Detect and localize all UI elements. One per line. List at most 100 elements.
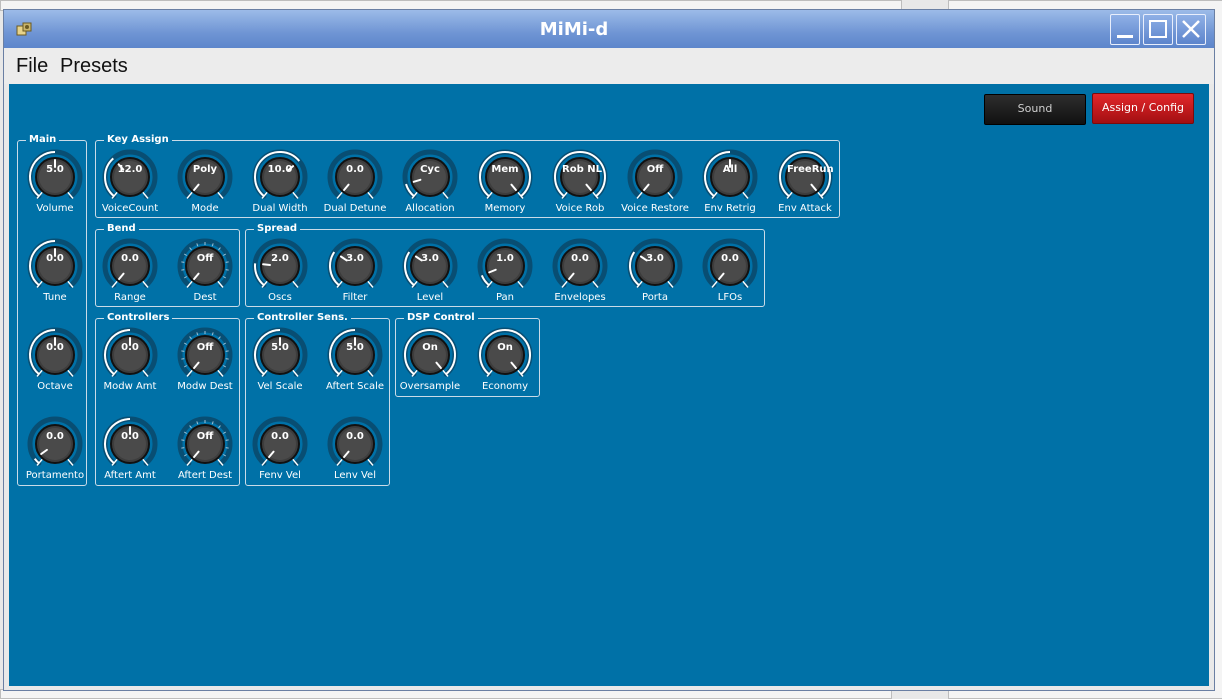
knob-voicecount[interactable]: 12.0 VoiceCount xyxy=(100,147,160,217)
knob-lfos[interactable]: 0.0 LFOs xyxy=(700,236,760,306)
synth-panel: Sound Assign / Config Main Key Assign Be… xyxy=(9,84,1209,686)
knob-label: Lenv Vel xyxy=(334,470,376,481)
knob-dial[interactable] xyxy=(775,147,835,207)
knob-dial[interactable] xyxy=(400,325,460,385)
close-icon xyxy=(1182,20,1200,38)
knob-dial[interactable] xyxy=(25,325,85,385)
knob-value: Cyc xyxy=(420,164,440,175)
knob-value: Off xyxy=(646,164,664,175)
knob-value: 0.0 xyxy=(46,342,64,353)
knob-range[interactable]: 0.0 Range xyxy=(100,236,160,306)
knob-dial[interactable] xyxy=(250,236,310,296)
knob-level[interactable]: 3.0 Level xyxy=(400,236,460,306)
knob-allocation[interactable]: Cyc Allocation xyxy=(400,147,460,217)
knob-voice-rob[interactable]: Rob NL Voice Rob xyxy=(550,147,610,217)
knob-mode[interactable]: Poly Mode xyxy=(175,147,235,217)
close-button[interactable] xyxy=(1176,14,1206,45)
knob-dial[interactable] xyxy=(550,236,610,296)
knob-dial[interactable] xyxy=(700,236,760,296)
knob-oversample[interactable]: On Oversample xyxy=(400,325,460,395)
knob-env-retrig[interactable]: All Env Retrig xyxy=(700,147,760,217)
knob-dial[interactable] xyxy=(550,147,610,207)
minimize-button[interactable] xyxy=(1110,14,1140,45)
knob-dial[interactable] xyxy=(625,147,685,207)
menu-presets[interactable]: Presets xyxy=(60,55,128,78)
knob-dial[interactable] xyxy=(100,414,160,474)
knob-oscs[interactable]: 2.0 Oscs xyxy=(250,236,310,306)
knob-dial[interactable] xyxy=(475,236,535,296)
knob-dial[interactable] xyxy=(250,414,310,474)
knob-dial[interactable] xyxy=(700,147,760,207)
knob-tune[interactable]: 0.0 Tune xyxy=(25,236,85,306)
knob-value: 0.0 xyxy=(571,253,589,264)
knob-dial[interactable] xyxy=(250,325,310,385)
knob-dual-width[interactable]: 10.0 Dual Width xyxy=(250,147,310,217)
knob-fenv-vel[interactable]: 0.0 Fenv Vel xyxy=(250,414,310,484)
knob-dial[interactable] xyxy=(325,236,385,296)
knob-value: 0.0 xyxy=(271,431,289,442)
knob-dial[interactable] xyxy=(25,147,85,207)
knob-dial[interactable] xyxy=(475,325,535,385)
knob-value: All xyxy=(722,164,738,175)
knob-value: 2.0 xyxy=(271,253,289,264)
knob-dual-detune[interactable]: 0.0 Dual Detune xyxy=(324,147,386,217)
knob-dial[interactable] xyxy=(100,147,160,207)
knob-dial[interactable] xyxy=(475,147,535,207)
knob-dial[interactable] xyxy=(325,325,385,385)
knob-env-attack[interactable]: FreeRun Env Attack xyxy=(775,147,835,217)
knob-dial[interactable] xyxy=(175,414,235,474)
knob-economy[interactable]: On Economy xyxy=(475,325,535,395)
knob-dial[interactable] xyxy=(400,236,460,296)
knob-modw-amt[interactable]: 0.0 Modw Amt xyxy=(100,325,160,395)
group-key-assign-title: Key Assign xyxy=(104,133,172,147)
knob-octave[interactable]: 0.0 Octave xyxy=(25,325,85,395)
knob-lenv-vel[interactable]: 0.0 Lenv Vel xyxy=(325,414,385,484)
knob-dial[interactable] xyxy=(400,147,460,207)
knob-value: 10.0 xyxy=(267,164,293,175)
knob-dial[interactable] xyxy=(175,147,235,207)
knob-dial[interactable] xyxy=(100,325,160,385)
knob-filter[interactable]: 3.0 Filter xyxy=(325,236,385,306)
maximize-button[interactable] xyxy=(1143,14,1173,45)
knob-vel-scale[interactable]: 5.0 Vel Scale xyxy=(250,325,310,395)
knob-dial[interactable] xyxy=(25,414,85,474)
knob-portamento[interactable]: 0.0 Portamento xyxy=(25,414,85,484)
knob-voice-restore[interactable]: Off Voice Restore xyxy=(621,147,689,217)
knob-label: Economy xyxy=(481,381,529,392)
knob-value: 5.0 xyxy=(271,342,289,353)
knob-aftert-dest[interactable]: Off Aftert Dest xyxy=(175,414,235,484)
group-controller-sens-title: Controller Sens. xyxy=(254,311,351,325)
knob-pan[interactable]: 1.0 Pan xyxy=(475,236,535,306)
menu-file[interactable]: File xyxy=(16,55,48,78)
knob-memory[interactable]: Mem Memory xyxy=(475,147,535,217)
knob-value: Poly xyxy=(192,164,218,175)
knob-dial[interactable] xyxy=(175,325,235,385)
sound-tab-button[interactable]: Sound xyxy=(984,94,1086,125)
knob-volume[interactable]: 5.0 Volume xyxy=(25,147,85,217)
knob-dial[interactable] xyxy=(250,147,310,207)
knob-label: LFOs xyxy=(717,292,743,303)
knob-value: Off xyxy=(196,253,214,264)
knob-value: 0.0 xyxy=(121,342,139,353)
knob-dial[interactable] xyxy=(175,236,235,296)
knob-porta[interactable]: 3.0 Porta xyxy=(625,236,685,306)
window-title: MiMi-d xyxy=(539,19,609,40)
assign-config-tab-button[interactable]: Assign / Config xyxy=(1092,93,1194,124)
knob-dial[interactable] xyxy=(100,236,160,296)
knob-dest[interactable]: Off Dest xyxy=(175,236,235,306)
knob-value: FreeRun xyxy=(787,164,834,175)
knob-modw-dest[interactable]: Off Modw Dest xyxy=(175,325,235,395)
knob-dial[interactable] xyxy=(325,147,385,207)
knob-aftert-amt[interactable]: 0.0 Aftert Amt xyxy=(100,414,160,484)
knob-value: 0.0 xyxy=(46,253,64,264)
knob-dial[interactable] xyxy=(625,236,685,296)
knob-value: On xyxy=(497,342,513,353)
knob-dial[interactable] xyxy=(325,414,385,474)
knob-value: 0.0 xyxy=(121,431,139,442)
knob-value: 0.0 xyxy=(121,253,139,264)
title-bar[interactable]: MiMi-d xyxy=(4,10,1214,48)
knob-aftert-scale[interactable]: 5.0 Aftert Scale xyxy=(325,325,385,395)
knob-dial[interactable] xyxy=(25,236,85,296)
knob-envelopes[interactable]: 0.0 Envelopes xyxy=(550,236,610,306)
maximize-icon xyxy=(1149,20,1167,38)
